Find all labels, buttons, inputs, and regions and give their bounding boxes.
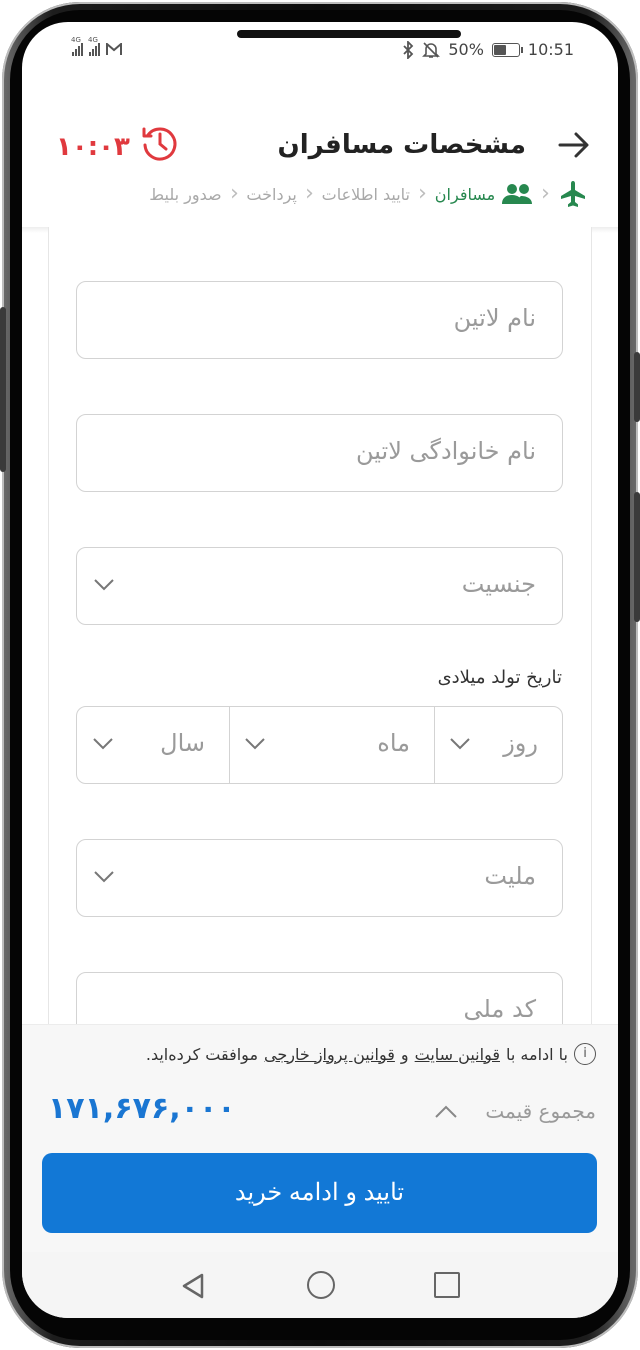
- checkout-bar: i با ادامه با قوانین سایت و قوانین پرواز…: [22, 1024, 618, 1252]
- nav-back-icon[interactable]: [180, 1272, 206, 1300]
- chevron-down-icon: [245, 738, 265, 750]
- step-separator: ›: [304, 181, 314, 206]
- side-button: [0, 307, 6, 472]
- terms-notice: i با ادامه با قوانین سایت و قوانین پرواز…: [146, 1043, 596, 1065]
- earpiece-speaker: [237, 30, 461, 38]
- status-left: 4G 4G: [71, 36, 122, 56]
- terms-text: و: [400, 1044, 409, 1064]
- latin-first-name-field[interactable]: نام لاتین: [76, 281, 563, 359]
- field-placeholder: جنسیت: [461, 570, 536, 598]
- network-type-label: 4G: [71, 36, 81, 44]
- network-type-label: 4G: [88, 36, 98, 44]
- terms-text: موافقت کرده‌اید.: [145, 1044, 259, 1064]
- step-ticket-issue: صدور بلیط: [149, 185, 221, 204]
- step-separator: ›: [229, 181, 239, 206]
- terms-text: با ادامه با: [506, 1044, 568, 1064]
- info-icon: i: [574, 1043, 596, 1065]
- latin-last-name-field[interactable]: نام خانوادگی لاتین: [76, 414, 563, 492]
- step-label: تایید اطلاعات: [321, 184, 410, 204]
- step-separator: ›: [541, 181, 550, 206]
- gmail-icon: [106, 43, 122, 55]
- users-icon: [502, 184, 533, 204]
- field-placeholder: نام خانوادگی لاتین: [356, 437, 536, 465]
- birth-month-select[interactable]: ماه: [229, 707, 434, 783]
- total-price-label[interactable]: مجموع قیمت: [485, 1099, 596, 1123]
- field-placeholder: ماه: [377, 729, 410, 757]
- airplane-icon: [561, 181, 585, 207]
- chevron-down-icon: [93, 738, 113, 750]
- booking-steps: › مسافران › تایید اطلاعات › پرداخت › صدو…: [149, 176, 588, 212]
- history-timer-icon: [142, 127, 177, 161]
- step-label: صدور بلیط: [149, 184, 222, 204]
- field-placeholder: کد ملی: [463, 995, 536, 1023]
- flight-rules-link[interactable]: قوانین پرواز خارجی: [264, 1045, 395, 1064]
- system-nav-bar: [22, 1252, 618, 1318]
- step-confirm-info: تایید اطلاعات: [322, 185, 410, 204]
- gender-select[interactable]: جنسیت: [76, 547, 563, 625]
- nationality-select[interactable]: ملیت: [76, 839, 563, 917]
- birth-year-select[interactable]: سال: [78, 707, 229, 783]
- back-arrow-icon[interactable]: [556, 128, 590, 162]
- nav-recent-apps-icon[interactable]: [434, 1272, 460, 1298]
- clock: 10:51: [527, 40, 574, 59]
- signal-icon: 4G: [88, 36, 100, 56]
- step-payment: پرداخت: [246, 185, 296, 204]
- chevron-up-icon[interactable]: [434, 1105, 458, 1119]
- birthdate-label: تاریخ تولد میلادی: [437, 667, 562, 688]
- page-title: مشخصات مسافران: [277, 130, 526, 160]
- signal-icon: 4G: [71, 36, 83, 56]
- volume-button: [634, 352, 640, 422]
- chevron-down-icon: [94, 871, 114, 883]
- step-separator: ›: [417, 181, 427, 206]
- power-button: [634, 492, 640, 622]
- field-placeholder: سال: [160, 729, 205, 757]
- site-rules-link[interactable]: قوانین سایت: [415, 1045, 500, 1064]
- bluetooth-icon: [403, 40, 414, 59]
- field-placeholder: روز: [503, 729, 538, 757]
- countdown-timer: ۱۰:۰۳: [56, 132, 130, 162]
- field-placeholder: نام لاتین: [453, 304, 536, 332]
- nav-home-icon[interactable]: [307, 1271, 335, 1299]
- app-header: مشخصات مسافران ۱۰:۰۳: [22, 92, 618, 162]
- screen: 4G 4G 50% 10:51 مشخصات مسافران ۱۰:۰۳ › م…: [22, 22, 618, 1318]
- total-price-value: ۱۷۱,۶۷۶,۰۰۰: [48, 1091, 236, 1126]
- birth-day-select[interactable]: روز: [434, 707, 562, 783]
- step-passengers: مسافران: [435, 183, 533, 205]
- confirm-continue-button[interactable]: تایید و ادامه خرید: [42, 1153, 597, 1233]
- field-placeholder: ملیت: [484, 862, 536, 890]
- chevron-down-icon: [450, 738, 470, 750]
- battery-icon: [491, 42, 523, 57]
- birthdate-selects: روز ماه سال: [76, 706, 563, 784]
- step-label: پرداخت: [246, 184, 297, 204]
- mute-icon: [422, 41, 441, 58]
- step-label: مسافران: [434, 184, 496, 204]
- battery-percent: 50%: [448, 40, 484, 59]
- status-right: 50% 10:51: [402, 40, 574, 59]
- chevron-down-icon: [94, 579, 114, 591]
